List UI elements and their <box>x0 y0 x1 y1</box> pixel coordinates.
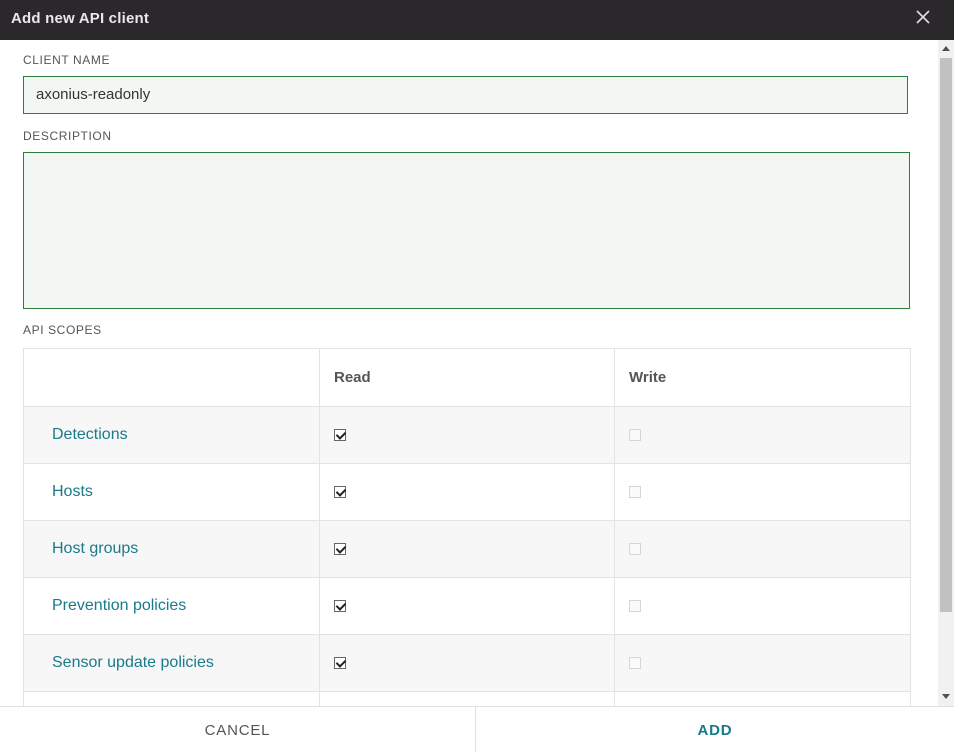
table-row: Hosts <box>23 463 911 521</box>
table-row: Sensor update policies <box>23 634 911 692</box>
write-column-header: Write <box>614 348 911 407</box>
write-cell <box>614 406 911 464</box>
client-name-label: CLIENT NAME <box>23 53 111 67</box>
partial-cell <box>319 691 615 706</box>
scope-name-link[interactable]: Prevention policies <box>24 597 186 614</box>
vertical-scrollbar[interactable] <box>938 40 954 706</box>
write-checkbox[interactable] <box>629 599 641 612</box>
dialog-titlebar: Add new API client <box>0 0 954 40</box>
description-textarea[interactable] <box>23 152 910 309</box>
read-checkbox[interactable] <box>334 599 346 612</box>
scope-name-cell: Host groups <box>23 520 320 578</box>
description-label: DESCRIPTION <box>23 129 112 143</box>
read-cell <box>319 520 615 578</box>
table-row: Detections <box>23 406 911 464</box>
scroll-up-icon[interactable] <box>942 46 950 51</box>
add-button[interactable]: ADD <box>476 707 954 752</box>
read-cell <box>319 406 615 464</box>
write-checkbox[interactable] <box>629 656 641 669</box>
dialog-footer: CANCEL ADD <box>0 706 954 752</box>
write-checkbox[interactable] <box>629 428 641 441</box>
scope-name-cell: Detections <box>23 406 320 464</box>
scrollbar-thumb[interactable] <box>940 58 952 612</box>
write-header-label: Write <box>629 369 667 386</box>
api-scopes-table: Read Write Detections Hosts Host groups Pre… <box>23 348 911 706</box>
api-scopes-label: API SCOPES <box>23 323 102 337</box>
scope-name-link[interactable]: Sensor update policies <box>24 654 214 671</box>
read-column-header: Read <box>319 348 615 407</box>
write-cell <box>614 577 911 635</box>
read-checkbox[interactable] <box>334 428 346 441</box>
scroll-down-icon[interactable] <box>942 694 950 699</box>
read-checkbox[interactable] <box>334 656 346 669</box>
table-row: Host groups <box>23 520 911 578</box>
read-checkbox[interactable] <box>334 542 346 555</box>
read-cell <box>319 463 615 521</box>
read-header-label: Read <box>334 369 371 386</box>
write-cell <box>614 520 911 578</box>
scope-name-cell: Sensor update policies <box>23 634 320 692</box>
write-checkbox[interactable] <box>629 485 641 498</box>
partial-cell <box>23 691 320 706</box>
cancel-button[interactable]: CANCEL <box>0 707 475 752</box>
read-cell <box>319 577 615 635</box>
scope-name-link[interactable]: Detections <box>24 426 128 443</box>
write-checkbox[interactable] <box>629 542 641 555</box>
write-cell <box>614 463 911 521</box>
dialog-content[interactable]: CLIENT NAME axonius-readonly DESCRIPTION… <box>0 40 938 706</box>
table-row <box>23 691 911 706</box>
write-cell <box>614 634 911 692</box>
scope-column-header <box>23 348 320 407</box>
read-checkbox[interactable] <box>334 485 346 498</box>
scope-name-link[interactable]: Hosts <box>24 483 93 500</box>
scope-name-link[interactable]: Host groups <box>24 540 138 557</box>
scope-name-cell: Prevention policies <box>23 577 320 635</box>
table-header-row: Read Write <box>23 348 911 407</box>
dialog-title: Add new API client <box>11 10 150 27</box>
scope-name-cell: Hosts <box>23 463 320 521</box>
close-icon[interactable] <box>914 8 932 26</box>
read-cell <box>319 634 615 692</box>
table-row: Prevention policies <box>23 577 911 635</box>
client-name-input[interactable]: axonius-readonly <box>23 76 908 114</box>
partial-cell <box>614 691 911 706</box>
